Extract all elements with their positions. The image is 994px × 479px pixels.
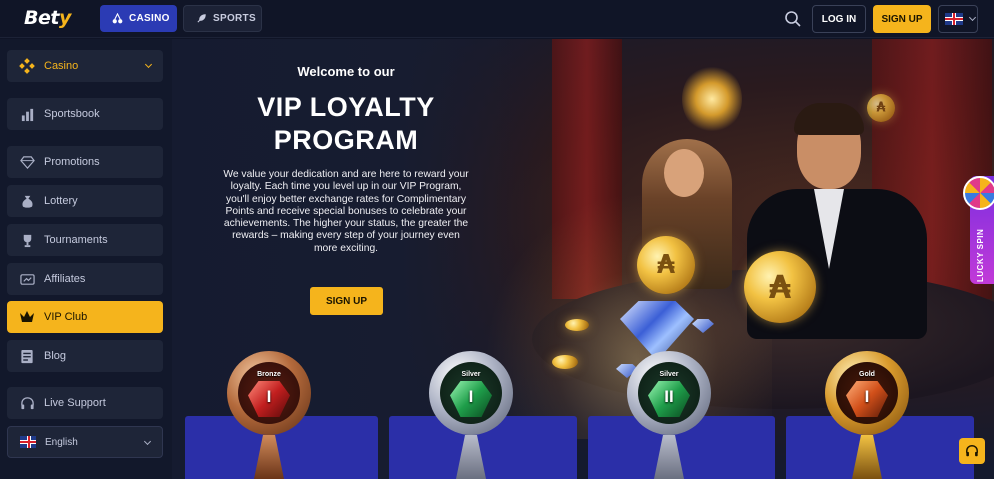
sidebar-item-casino[interactable]: Casino (7, 50, 163, 82)
hero-welcome: Welcome to our (297, 64, 395, 79)
bronze-badge-icon: Bronze I (222, 351, 316, 479)
level-numeral: I (266, 387, 272, 406)
page-title: VIP LOYALTY PROGRAM (257, 92, 435, 155)
tab-sports-label: SPORTS (213, 13, 256, 24)
sidebar-item-label: Tournaments (44, 234, 108, 246)
level-tier: Silver (461, 371, 481, 378)
coin-icon: ₳ (867, 94, 895, 122)
coin-icon: ₳ (637, 236, 695, 294)
language-label: English (45, 436, 78, 448)
sidebar-item-label: Affiliates (44, 273, 86, 285)
coin-icon (552, 355, 578, 369)
level-tier: Silver (659, 371, 679, 378)
sidebar-item-label: Blog (44, 350, 67, 362)
rocket-icon (197, 14, 206, 23)
sidebar-item-sportsbook[interactable]: Sportsbook (7, 98, 163, 130)
sidebar-item-label: VIP Club (44, 311, 88, 323)
sidebar-item-vip-club[interactable]: VIP Club (7, 301, 163, 333)
blog-icon (19, 348, 35, 364)
tab-casino-label: CASINO (129, 13, 170, 24)
top-bar: Bety CASINO SPORTS LOG IN SIGN UP (0, 0, 994, 38)
level-numeral: I (864, 387, 870, 406)
level-numeral: I (468, 387, 474, 406)
sidebar-item-affiliates[interactable]: Affiliates (7, 263, 163, 295)
sidebar-item-live-support[interactable]: Live Support (7, 387, 163, 419)
diamond-icon (19, 154, 35, 170)
vip-hero-banner: ₳ ₳ ₳ Welcome to our VIP LOYALTY PROGRAM… (172, 39, 994, 479)
sidebar-item-tournaments[interactable]: Tournaments (7, 224, 163, 256)
bety-logo[interactable]: Bety (24, 7, 71, 29)
uk-flag-icon (20, 434, 36, 450)
coin-icon: ₳ (744, 251, 816, 323)
language-selector-header[interactable] (938, 5, 978, 33)
search-icon[interactable] (783, 9, 803, 29)
headset-icon (19, 395, 35, 411)
level-tier: Bronze (257, 371, 281, 378)
silver-badge-icon: Silver II (622, 351, 716, 479)
login-button[interactable]: LOG IN (812, 5, 866, 33)
signup-button-hero[interactable]: SIGN UP (310, 287, 383, 315)
headset-icon (966, 445, 978, 457)
hero-description: We value your dedication and are here to… (223, 169, 469, 254)
sidebar-item-label: Sportsbook (44, 108, 100, 120)
signup-button-header[interactable]: SIGN UP (873, 5, 931, 33)
sidebar-item-label: Live Support (44, 397, 106, 409)
sidebar: Casino Sportsbook Promotions Lottery Tou… (0, 39, 172, 479)
sidebar-item-blog[interactable]: Blog (7, 340, 163, 372)
chevron-down-icon (143, 437, 152, 446)
crown-icon (19, 309, 35, 325)
sportsbook-icon (19, 106, 35, 122)
language-selector-sidebar[interactable]: English (7, 426, 163, 458)
casino-icon (19, 58, 35, 74)
chevron-down-icon (968, 13, 977, 22)
wheel-icon[interactable] (963, 176, 994, 210)
tab-casino[interactable]: CASINO (100, 5, 177, 32)
sidebar-item-promotions[interactable]: Promotions (7, 146, 163, 178)
level-tier: Gold (859, 371, 875, 378)
silver-badge-icon: Silver I (424, 351, 518, 479)
sidebar-item-label: Casino (44, 60, 79, 72)
cherry-icon (112, 13, 123, 24)
lucky-spin-label: LUCKY SPIN (976, 228, 985, 282)
level-numeral: II (664, 387, 674, 406)
coin-icon (565, 319, 589, 331)
money-bag-icon (19, 193, 35, 209)
chandelier-decor (682, 64, 742, 134)
gold-badge-icon: Gold I (820, 351, 914, 479)
trophy-icon (19, 232, 35, 248)
live-support-button[interactable] (959, 438, 985, 464)
uk-flag-icon (945, 13, 963, 25)
sidebar-item-label: Lottery (44, 195, 78, 207)
affiliates-icon (19, 271, 35, 287)
sidebar-item-label: Promotions (44, 156, 100, 168)
chevron-down-icon (144, 60, 153, 69)
sidebar-item-lottery[interactable]: Lottery (7, 185, 163, 217)
tab-sports[interactable]: SPORTS (183, 5, 262, 32)
